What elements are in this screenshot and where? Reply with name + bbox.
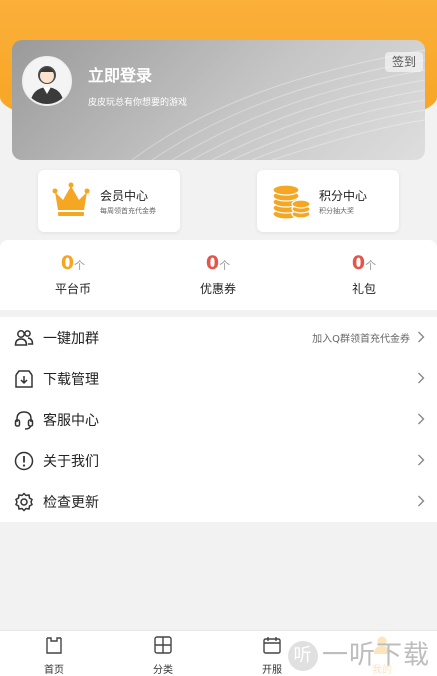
menu-item-about-us[interactable]: 关于我们 (0, 440, 437, 481)
stat-value: 0 (60, 252, 75, 274)
chevron-right-icon (418, 495, 425, 507)
vip-center-card[interactable]: 会员中心 每周领首充代金券 (38, 170, 180, 232)
stat-value: 0 (205, 252, 220, 274)
menu-item-hint: 加入Q群领首充代金券 (312, 334, 410, 345)
crown-icon (52, 182, 90, 216)
profile-card[interactable]: 立即登录 皮皮玩总有你想要的游戏 签到 (12, 40, 425, 160)
stat-label: 优惠券 (199, 282, 236, 296)
group-icon (14, 329, 34, 346)
tab-home[interactable]: 首页 (24, 635, 84, 676)
chevron-right-icon (418, 413, 425, 425)
user-avatar-icon[interactable] (22, 56, 72, 106)
signin-button[interactable]: 签到 (385, 52, 423, 72)
stat-value: 0 (351, 252, 366, 274)
stat-unit: 个 (365, 259, 377, 272)
menu-item-label: 下载管理 (43, 371, 99, 388)
settings-menu: 一键加群 加入Q群领首充代金券 下载管理 客服中心 关于我们 检查更新 (0, 317, 437, 522)
menu-item-label: 关于我们 (43, 453, 99, 470)
grid-icon (154, 636, 172, 654)
profile-slogan: 皮皮玩总有你想要的游戏 (88, 98, 188, 108)
download-icon (15, 369, 33, 388)
stat-platform-coins[interactable]: 0个 平台币 (23, 252, 123, 297)
points-center-card[interactable]: 积分中心 积分抽大奖 (257, 170, 399, 232)
stat-unit: 个 (219, 259, 231, 272)
stat-coupons[interactable]: 0个 优惠券 (168, 252, 268, 297)
chevron-right-icon (418, 331, 425, 343)
coins-icon (272, 184, 311, 220)
calendar-icon (263, 637, 281, 654)
stat-gift-packs[interactable]: 0个 礼包 (314, 252, 414, 297)
account-stats: 0个 平台币 0个 优惠券 0个 礼包 (0, 240, 437, 310)
tab-label: 分类 (153, 665, 173, 676)
vip-center-title: 会员中心 (100, 189, 149, 203)
headset-icon (14, 410, 34, 430)
watermark-logo-icon: 听 (288, 640, 318, 671)
login-title[interactable]: 立即登录 (88, 62, 152, 86)
stat-label: 平台币 (54, 282, 91, 296)
info-icon (14, 451, 34, 470)
settings-icon (15, 491, 33, 512)
menu-item-label: 客服中心 (43, 412, 99, 429)
menu-item-downloads[interactable]: 下载管理 (0, 358, 437, 399)
stat-unit: 个 (74, 259, 86, 272)
chevron-right-icon (418, 454, 425, 466)
menu-item-customer-service[interactable]: 客服中心 (0, 399, 437, 440)
home-icon (46, 637, 62, 654)
stat-label: 礼包 (351, 282, 376, 296)
menu-item-label: 一键加群 (43, 330, 99, 347)
menu-item-check-update[interactable]: 检查更新 (0, 481, 437, 522)
menu-item-join-group[interactable]: 一键加群 加入Q群领首充代金券 (0, 317, 437, 358)
chevron-right-icon (418, 372, 425, 384)
points-center-title: 积分中心 (319, 189, 368, 203)
card-wave-pattern (131, 49, 425, 160)
points-center-subtitle: 积分抽大奖 (319, 207, 354, 215)
menu-item-label: 检查更新 (43, 494, 99, 511)
tab-label: 首页 (44, 665, 64, 676)
watermark: 听一听下载 (282, 634, 437, 676)
tab-category[interactable]: 分类 (133, 635, 193, 676)
vip-center-subtitle: 每周领首充代金券 (100, 207, 156, 215)
watermark-text: 一听下载 (322, 640, 431, 671)
